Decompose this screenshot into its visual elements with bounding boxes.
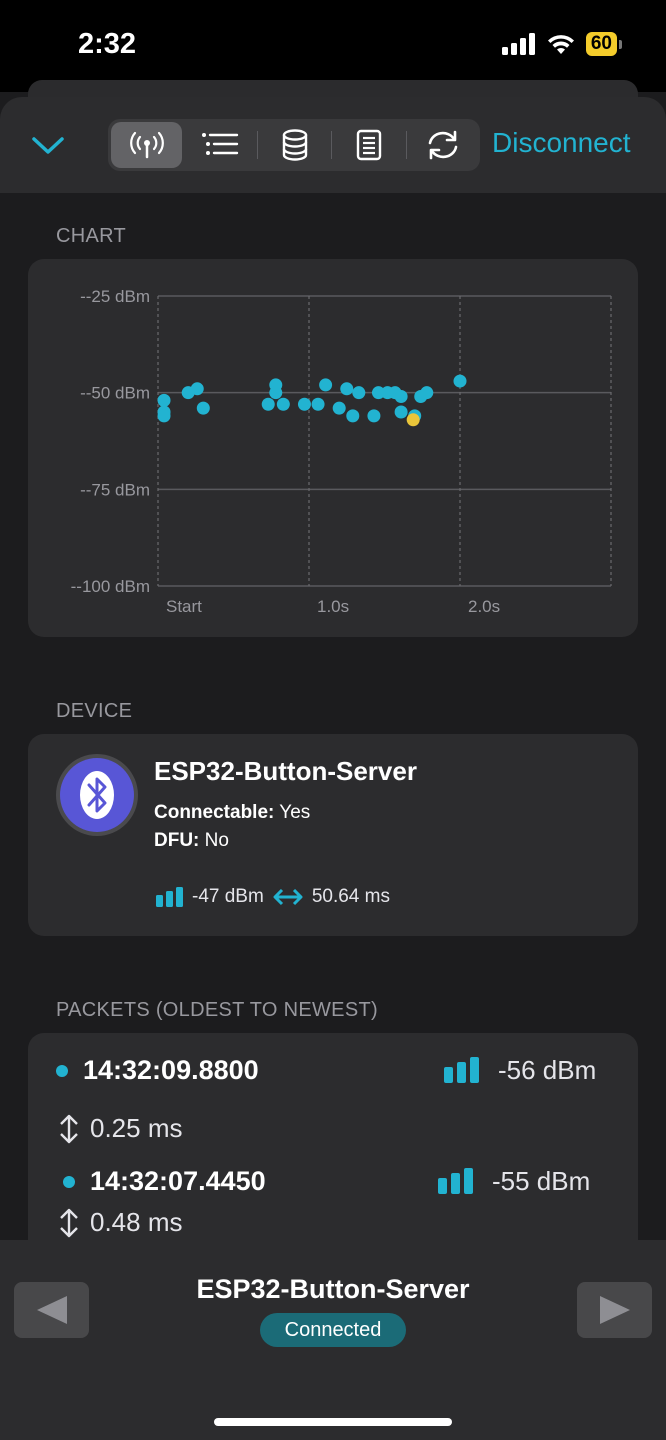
tab-segmented-control	[108, 119, 480, 171]
data-point	[157, 409, 171, 423]
dfu-value: No	[204, 830, 229, 851]
bottom-bar: ESP32-Button-Server Connected	[0, 1240, 666, 1440]
bluetooth-icon	[56, 754, 138, 836]
status-time: 2:32	[78, 28, 137, 60]
x-tick-label: 1.0s	[317, 597, 349, 616]
tab-refresh[interactable]	[408, 122, 479, 168]
connection-status-badge: Connected	[260, 1313, 406, 1347]
device-card[interactable]: ESP32-Button-Server Connectable: Yes DFU…	[28, 734, 638, 936]
signal-strength-icon	[156, 887, 183, 907]
data-point	[394, 390, 408, 404]
dfu-key: DFU:	[154, 830, 200, 851]
toolbar: Disconnect	[0, 97, 666, 193]
tab-storage[interactable]	[259, 122, 330, 168]
database-icon	[282, 129, 307, 161]
status-icons: 60	[501, 32, 622, 56]
device-name: ESP32-Button-Server	[154, 756, 417, 786]
device-rssi: -47 dBm	[192, 886, 264, 907]
device-section-label: DEVICE	[56, 700, 133, 722]
data-point	[276, 397, 290, 411]
signal-strength-icon	[444, 1057, 479, 1083]
next-device-button[interactable]	[577, 1282, 652, 1338]
packet-delta: 0.25 ms	[90, 1113, 183, 1143]
packet-delta: 0.48 ms	[90, 1207, 183, 1237]
wifi-icon	[547, 35, 574, 54]
y-tick-label: --25 dBm	[80, 287, 150, 306]
tab-signal[interactable]	[111, 122, 183, 168]
packet-time: 14:32:09.8800	[83, 1055, 259, 1085]
packet-rssi: -55 dBm	[492, 1166, 591, 1196]
device-sheet: Disconnect CHART --25 dBm --50 dBm --75 dB…	[0, 97, 666, 1440]
packet-rssi: -56 dBm	[498, 1055, 597, 1085]
chart-card: --25 dBm --50 dBm --75 dBm --100 dBm Start 1.…	[28, 259, 638, 637]
cellular-signal-icon	[501, 33, 535, 55]
data-point	[453, 374, 467, 388]
connectable-key: Connectable:	[154, 802, 275, 823]
connectable-row: Connectable: Yes	[154, 802, 310, 824]
data-point	[332, 401, 346, 415]
antenna-icon	[129, 131, 164, 159]
device-metrics: -47 dBm 50.64 ms	[156, 886, 398, 908]
data-point	[346, 409, 360, 423]
segment-divider	[405, 131, 407, 159]
packets-section-label: PACKETS (OLDEST TO NEWEST)	[56, 999, 378, 1021]
data-point	[406, 413, 420, 427]
device-interval: 50.64 ms	[311, 886, 390, 907]
packet-dot	[63, 1176, 75, 1188]
signal-strength-icon	[438, 1168, 473, 1194]
data-point	[352, 386, 366, 400]
data-point	[190, 382, 204, 396]
battery-cap	[619, 39, 622, 49]
data-point	[340, 382, 354, 396]
segment-divider	[256, 131, 258, 159]
data-point	[157, 393, 171, 407]
rssi-scatter-chart: --25 dBm --50 dBm --75 dBm --100 dBm Start 1.…	[71, 287, 612, 616]
interval-arrows-icon	[273, 888, 303, 906]
list-icon	[202, 133, 239, 155]
up-down-arrow-icon	[60, 1114, 78, 1143]
status-bar: 2:32 60	[0, 0, 666, 92]
dfu-row: DFU: No	[154, 830, 229, 852]
chevron-down-icon[interactable]	[30, 129, 66, 159]
tab-details[interactable]	[184, 122, 255, 168]
chart-section-label: CHART	[56, 225, 127, 247]
data-point	[297, 397, 311, 411]
y-tick-label: --75 dBm	[80, 480, 150, 499]
data-point	[196, 401, 210, 415]
up-down-arrow-icon	[60, 1208, 78, 1237]
packet-delta-row: 0.25 ms	[58, 1113, 183, 1144]
packet-time: 14:32:07.4450	[90, 1166, 266, 1196]
tab-log[interactable]	[333, 122, 404, 168]
x-tick-label: 2.0s	[468, 597, 500, 616]
disconnect-button[interactable]: Disconnect	[492, 127, 631, 159]
y-tick-label: --50 dBm	[80, 384, 150, 403]
data-point	[311, 397, 325, 411]
data-point	[319, 378, 333, 392]
refresh-icon	[428, 130, 458, 160]
data-point	[420, 386, 434, 400]
battery-icon: 60	[585, 32, 617, 56]
packet-delta-row: 0.48 ms	[58, 1207, 183, 1238]
document-icon	[356, 129, 382, 161]
home-indicator[interactable]	[214, 1418, 452, 1426]
data-point	[269, 386, 283, 400]
connectable-value: Yes	[279, 802, 311, 823]
data-point	[394, 405, 408, 419]
segment-divider	[331, 131, 333, 159]
data-point	[261, 397, 275, 411]
data-point	[367, 409, 381, 423]
y-tick-label: --100 dBm	[71, 577, 150, 596]
packet-dot	[56, 1065, 68, 1077]
x-tick-label: Start	[166, 597, 202, 616]
triangle-right-icon	[599, 1296, 630, 1324]
bottom-device-name: ESP32-Button-Server	[196, 1274, 470, 1304]
